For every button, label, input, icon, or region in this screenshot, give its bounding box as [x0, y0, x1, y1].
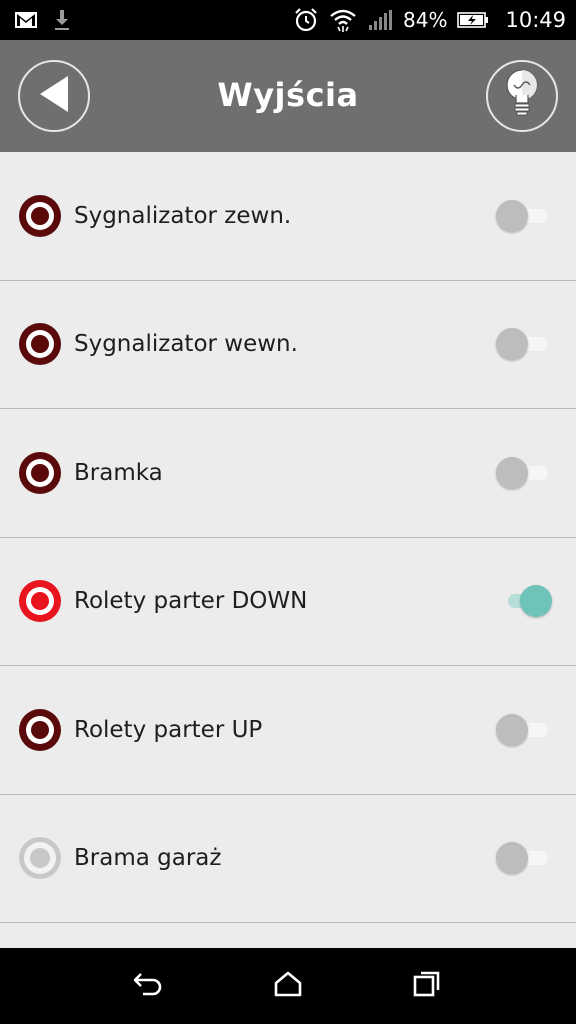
output-toggle[interactable] — [496, 584, 554, 618]
output-row[interactable]: Sygnalizator wewn. — [0, 281, 576, 409]
output-label: Bramka — [74, 459, 163, 486]
output-row[interactable]: Rolety parter UP — [0, 666, 576, 795]
status-indicator-icon — [16, 834, 64, 882]
output-toggle[interactable] — [496, 199, 554, 233]
nav-back-button[interactable] — [119, 956, 179, 1016]
output-label: Sygnalizator wewn. — [74, 331, 298, 358]
output-row[interactable]: Bramka — [0, 409, 576, 538]
battery-charging-icon — [457, 11, 489, 29]
lightbulb-button[interactable] — [486, 60, 558, 132]
home-nav-icon — [273, 970, 303, 1003]
download-icon — [52, 8, 72, 32]
clock: 10:49 — [505, 8, 566, 32]
output-row[interactable]: Rolety parter DOWN — [0, 538, 576, 666]
signal-icon — [367, 9, 393, 31]
system-nav-bar — [0, 948, 576, 1024]
output-label: Sygnalizator zewn. — [74, 202, 292, 229]
nav-recents-button[interactable] — [397, 956, 457, 1016]
status-indicator-icon — [16, 449, 64, 497]
output-toggle[interactable] — [496, 713, 554, 747]
output-toggle[interactable] — [496, 456, 554, 490]
output-label: Brama garaż — [74, 845, 222, 872]
status-bar: 84% 10:49 — [0, 0, 576, 40]
output-toggle[interactable] — [496, 841, 554, 875]
alarm-icon — [293, 7, 319, 33]
status-indicator-icon — [16, 320, 64, 368]
output-label: Rolety parter DOWN — [74, 588, 308, 615]
battery-percent: 84% — [403, 8, 448, 32]
back-nav-icon — [133, 970, 165, 1003]
wifi-icon — [329, 7, 357, 33]
gmail-icon — [14, 10, 38, 30]
app-header: Wyjścia — [0, 40, 576, 152]
output-row[interactable]: Sygnalizator zewn. — [0, 152, 576, 281]
output-row[interactable]: Brama garaż — [0, 795, 576, 923]
output-toggle[interactable] — [496, 327, 554, 361]
nav-home-button[interactable] — [258, 956, 318, 1016]
status-indicator-icon — [16, 706, 64, 754]
recents-nav-icon — [412, 969, 442, 1004]
output-label: Rolety parter UP — [74, 716, 263, 743]
outputs-list: Sygnalizator zewn. Sygnalizator wewn. Br… — [0, 152, 576, 948]
lightbulb-icon — [502, 67, 542, 126]
status-indicator-icon — [16, 192, 64, 240]
status-indicator-icon — [16, 577, 64, 625]
